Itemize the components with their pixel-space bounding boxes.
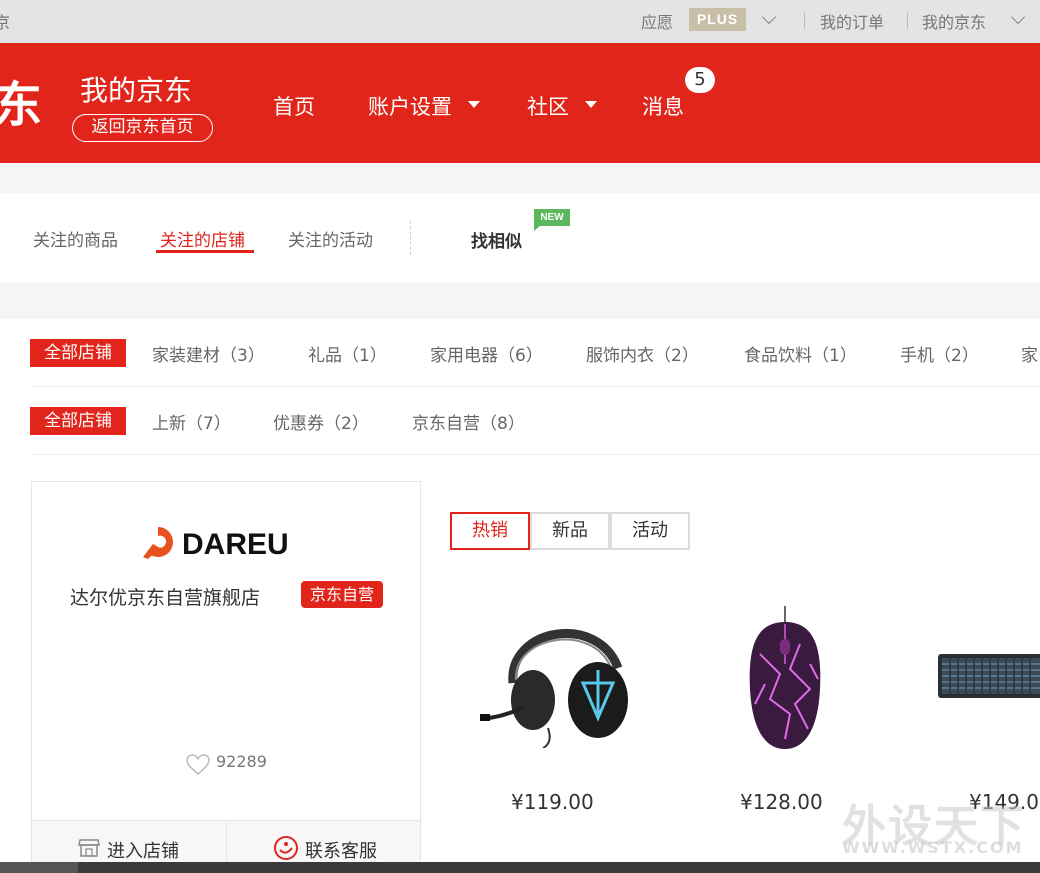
active-tab-indicator <box>156 250 254 253</box>
store-icon <box>78 839 100 857</box>
filter-type[interactable]: 上新（7） <box>152 409 231 434</box>
fans-count: 92289 <box>216 752 267 771</box>
product-price: ¥128.00 <box>740 790 823 814</box>
caret-down-icon[interactable] <box>468 101 480 108</box>
enter-store-label: 进入店铺 <box>107 841 179 862</box>
caret-down-icon[interactable] <box>585 101 597 108</box>
nav-messages[interactable]: 消息 <box>642 91 684 121</box>
customer-service-icon <box>274 836 298 860</box>
chevron-down-icon[interactable] <box>1010 9 1026 25</box>
store-name[interactable]: 达尔优京东自营旗舰店 <box>70 583 260 610</box>
tab-activities[interactable]: 活动 <box>610 512 690 550</box>
filter-type[interactable]: 京东自营（8） <box>412 409 525 434</box>
type-filter-row: 全部店铺 上新（7） 优惠券（2） 京东自营（8） <box>30 387 1040 455</box>
new-badge: NEW <box>534 209 570 231</box>
product-price: ¥119.00 <box>511 790 594 814</box>
dareu-mark-icon <box>143 527 173 559</box>
main-header: 东 我的京东 返回京东首页 首页 账户设置 社区 消息 5 <box>0 43 1040 163</box>
heart-icon[interactable] <box>186 754 210 776</box>
page-title: 我的京东 <box>80 74 193 107</box>
store-logo-text: DAREU <box>182 528 289 560</box>
horizontal-scrollbar[interactable] <box>0 862 1040 873</box>
tab-new-products[interactable]: 新品 <box>530 512 610 550</box>
nav-account-settings[interactable]: 账户设置 <box>368 91 452 121</box>
category-filter-row: 全部店铺 家装建材（3） 礼品（1） 家用电器（6） 服饰内衣（2） 食品饮料（… <box>30 319 1040 387</box>
filter-all-stores[interactable]: 全部店铺 <box>30 339 126 367</box>
my-jd-link[interactable]: 我的京东 <box>922 9 986 33</box>
top-separator <box>907 13 908 29</box>
top-bar: 京 应愿 PLUS 我的订单 我的京东 <box>0 0 1040 43</box>
headset-product-image[interactable] <box>478 608 633 748</box>
mouse-product-image[interactable] <box>740 604 830 754</box>
nav-home[interactable]: 首页 <box>273 91 315 121</box>
store-card: DAREU 达尔优京东自营旗舰店 京东自营 92289 进入店铺 联系客服 <box>31 481 421 873</box>
filter-all-stores[interactable]: 全部店铺 <box>30 407 126 435</box>
watermark-url: WWW.WSTX.COM <box>842 838 1024 857</box>
filter-category[interactable]: 家装建材（3） <box>152 341 265 366</box>
tab-followed-activities[interactable]: 关注的活动 <box>288 226 373 251</box>
tab-followed-products[interactable]: 关注的商品 <box>33 226 118 251</box>
contact-service-label: 联系客服 <box>305 841 377 862</box>
wish-link[interactable]: 应愿 <box>641 9 673 33</box>
chevron-down-icon[interactable] <box>761 9 777 25</box>
scrollbar-thumb[interactable] <box>0 862 78 873</box>
store-logo[interactable]: DAREU <box>140 524 315 561</box>
filter-category[interactable]: 食品饮料（1） <box>744 341 857 366</box>
tab-divider <box>410 221 411 255</box>
plus-badge[interactable]: PLUS <box>689 8 746 31</box>
keyboard-product-image[interactable] <box>936 650 1040 706</box>
filter-category[interactable]: 服饰内衣（2） <box>586 341 699 366</box>
filter-category[interactable]: 家用电器（6） <box>430 341 543 366</box>
tab-followed-stores[interactable]: 关注的店铺 <box>160 226 245 251</box>
message-count-badge: 5 <box>685 67 715 93</box>
top-separator <box>804 13 805 29</box>
tab-find-similar[interactable]: 找相似 <box>471 227 522 252</box>
nav-community[interactable]: 社区 <box>527 91 569 121</box>
self-operated-badge: 京东自营 <box>301 581 383 608</box>
tab-hot-sales[interactable]: 热销 <box>450 512 530 550</box>
jd-logo[interactable]: 东 <box>0 81 42 129</box>
filter-type[interactable]: 优惠券（2） <box>273 409 369 434</box>
filter-category[interactable]: 手机（2） <box>900 341 979 366</box>
filter-category[interactable]: 礼品（1） <box>308 341 387 366</box>
my-orders-link[interactable]: 我的订单 <box>820 9 884 33</box>
filter-category[interactable]: 家 <box>1021 341 1038 366</box>
follow-tabs: 关注的商品 关注的店铺 关注的活动 找相似 NEW <box>0 193 1040 283</box>
back-home-button[interactable]: 返回京东首页 <box>72 114 213 142</box>
top-left-fragment[interactable]: 京 <box>0 9 10 33</box>
